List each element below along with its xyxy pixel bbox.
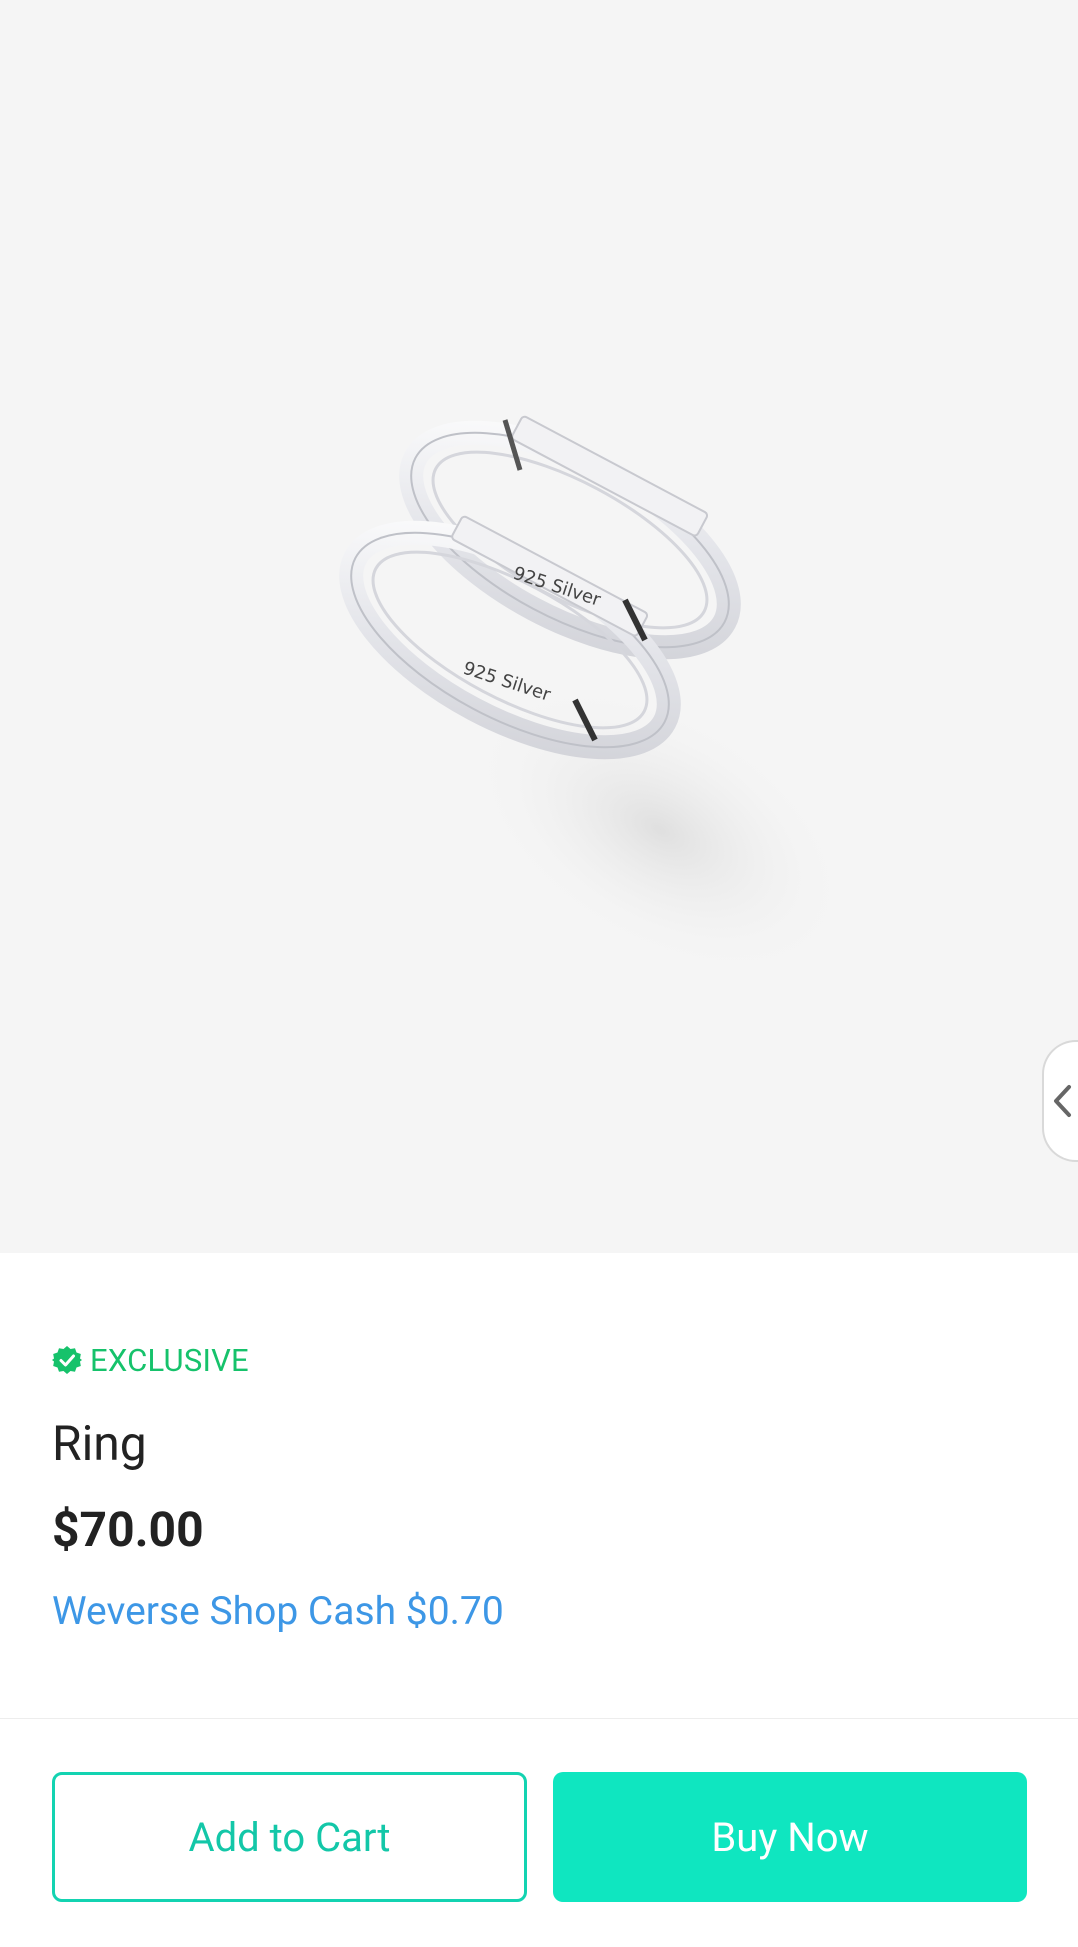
product-title: Ring <box>52 1415 147 1472</box>
badge-label: EXCLUSIVE <box>90 1341 249 1379</box>
exclusive-badge: EXCLUSIVE <box>52 1340 1032 1380</box>
product-info: EXCLUSIVE Ring $70.00 Weverse Shop Cash … <box>52 1340 1032 1634</box>
cash-reward: Weverse Shop Cash $0.70 <box>52 1588 504 1634</box>
add-to-cart-button[interactable]: Add to Cart <box>52 1772 527 1902</box>
ring-image: 925 Silver 925 Silver <box>339 415 852 978</box>
verified-badge-icon <box>52 1346 82 1374</box>
divider <box>0 1718 1078 1719</box>
side-drawer-tab[interactable] <box>1042 1040 1078 1162</box>
product-price: $70.00 <box>52 1501 204 1558</box>
buy-now-button[interactable]: Buy Now <box>553 1772 1027 1902</box>
product-image[interactable]: 925 Silver 925 Silver <box>0 0 1078 1253</box>
chevron-left-icon <box>1054 1085 1071 1117</box>
